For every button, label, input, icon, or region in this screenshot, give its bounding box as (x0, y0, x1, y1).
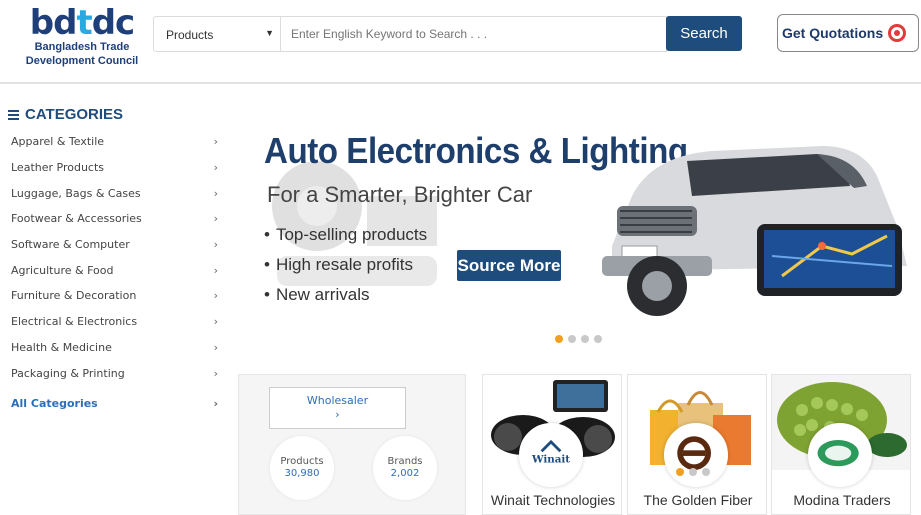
chevron-right-icon: › (213, 238, 218, 252)
category-label: Furniture & Decoration (11, 289, 137, 303)
search-bar: Products ▼ (153, 16, 667, 52)
categories-heading: CATEGORIES (8, 106, 123, 123)
categories-title: CATEGORIES (25, 106, 124, 123)
supplier-card-golden-fiber[interactable]: The Golden Fiber (627, 374, 767, 515)
banner-bullet: Top-selling products (264, 224, 427, 254)
category-item-software[interactable]: Software & Computer › (0, 232, 236, 258)
wholesaler-button[interactable]: Wholesaler › (269, 387, 406, 429)
winait-logo-text: Winait (531, 454, 570, 466)
category-label: Electrical & Electronics (11, 315, 138, 329)
target-icon (888, 24, 907, 42)
winait-logo-badge: Winait (519, 423, 583, 487)
supplier-carousel-dots (676, 468, 710, 476)
bdtdc-logo[interactable]: bdtdc Bangladesh Trade Development Counc… (22, 6, 142, 68)
get-quotations-label: Get Quotations (782, 25, 884, 41)
category-item-apparel[interactable]: Apparel & Textile › (0, 129, 236, 155)
header: bdtdc Bangladesh Trade Development Counc… (0, 0, 921, 84)
get-quotations-button[interactable]: Get Quotations (777, 14, 919, 52)
carousel-dot[interactable] (581, 335, 589, 343)
search-button[interactable]: Search (666, 16, 742, 51)
list-icon (8, 110, 19, 120)
logo-mark: bdtdc (29, 3, 135, 43)
chevron-right-icon: › (213, 315, 218, 329)
carousel-dot[interactable] (702, 468, 710, 476)
hero-banner[interactable]: Auto Electronics & Lighting For a Smarte… (237, 96, 921, 366)
wholesaler-stats-panel: Wholesaler › Products 30,980 Brands 2,00… (238, 374, 466, 515)
carousel-dot[interactable] (594, 335, 602, 343)
supplier-name: The Golden Fiber (643, 492, 753, 508)
chevron-right-icon: › (213, 397, 218, 411)
chevron-right-icon: › (213, 135, 218, 149)
category-list: Apparel & Textile › Leather Products › Lug… (0, 129, 236, 417)
carousel-dot[interactable] (689, 468, 697, 476)
banner-bullet: New arrivals (264, 284, 427, 314)
category-select-value: Products (166, 28, 214, 42)
chevron-down-icon: ▼ (265, 28, 274, 38)
category-item-luggage[interactable]: Luggage, Bags & Cases › (0, 180, 236, 206)
winait-logo-icon: Winait (531, 439, 570, 466)
category-item-electrical[interactable]: Electrical & Electronics › (0, 309, 236, 335)
chevron-right-icon: › (213, 161, 218, 175)
supplier-card-modina[interactable]: Modina Traders (771, 374, 911, 515)
category-item-health[interactable]: Health & Medicine › (0, 335, 236, 361)
carousel-dot[interactable] (568, 335, 576, 343)
category-label: Packaging & Printing (11, 366, 125, 380)
brands-label: Brands (387, 456, 423, 467)
logo-line-1: Bangladesh Trade (34, 41, 130, 53)
chevron-right-icon: › (213, 366, 218, 380)
products-label: Products (280, 456, 324, 467)
logo-line-2: Development Council (25, 55, 139, 67)
golden-fiber-logo-badge (664, 423, 728, 487)
chevron-right-icon: › (213, 289, 218, 303)
modina-logo-icon (817, 440, 859, 467)
brands-count-badge[interactable]: Brands 2,002 (373, 436, 437, 500)
brands-value: 2,002 (390, 468, 420, 479)
supplier-name: Modina Traders (793, 492, 891, 508)
category-label: Luggage, Bags & Cases (11, 186, 141, 200)
chevron-right-icon: › (213, 340, 218, 354)
chevron-right-icon: › (335, 408, 340, 421)
category-label: Leather Products (11, 161, 105, 175)
chevron-right-icon: › (213, 263, 218, 277)
category-sidebar: CATEGORIES Apparel & Textile › Leather Pr… (0, 96, 236, 515)
supplier-name: Winait Technologies (490, 492, 616, 508)
category-label: Software & Computer (11, 238, 130, 252)
source-more-button[interactable]: Source More (457, 250, 561, 281)
category-item-leather[interactable]: Leather Products › (0, 155, 236, 181)
products-count-badge[interactable]: Products 30,980 (270, 436, 334, 500)
category-item-packaging[interactable]: Packaging & Printing › (0, 360, 236, 386)
category-label: Apparel & Textile (11, 135, 105, 149)
banner-subtitle: For a Smarter, Brighter Car (267, 182, 533, 207)
carousel-dot[interactable] (676, 468, 684, 476)
chevron-right-icon: › (213, 186, 218, 200)
banner-carousel-dots (555, 335, 602, 343)
category-select[interactable]: Products ▼ (153, 16, 281, 52)
wholesaler-label: Wholesaler (306, 394, 369, 407)
banner-bullet: High resale profits (264, 254, 427, 284)
golden-fiber-logo-icon (677, 436, 711, 470)
category-item-agriculture[interactable]: Agriculture & Food › (0, 257, 236, 283)
suv-with-gps-image (602, 146, 907, 316)
all-categories-label: All Categories (11, 397, 98, 411)
chevron-right-icon: › (213, 212, 218, 226)
modina-logo-badge (808, 423, 872, 487)
category-label: Health & Medicine (11, 340, 112, 354)
category-label: Footwear & Accessories (11, 212, 142, 226)
banner-bullet-list: Top-selling products High resale profits… (264, 224, 427, 314)
category-item-furniture[interactable]: Furniture & Decoration › (0, 283, 236, 309)
supplier-card-winait[interactable]: Winait Winait Technologies (482, 374, 622, 515)
category-item-footwear[interactable]: Footwear & Accessories › (0, 206, 236, 232)
all-categories-link[interactable]: All Categories › (0, 391, 236, 417)
search-input[interactable] (281, 16, 667, 52)
category-label: Agriculture & Food (11, 263, 114, 277)
carousel-dot[interactable] (555, 335, 563, 343)
products-value: 30,980 (284, 468, 320, 479)
